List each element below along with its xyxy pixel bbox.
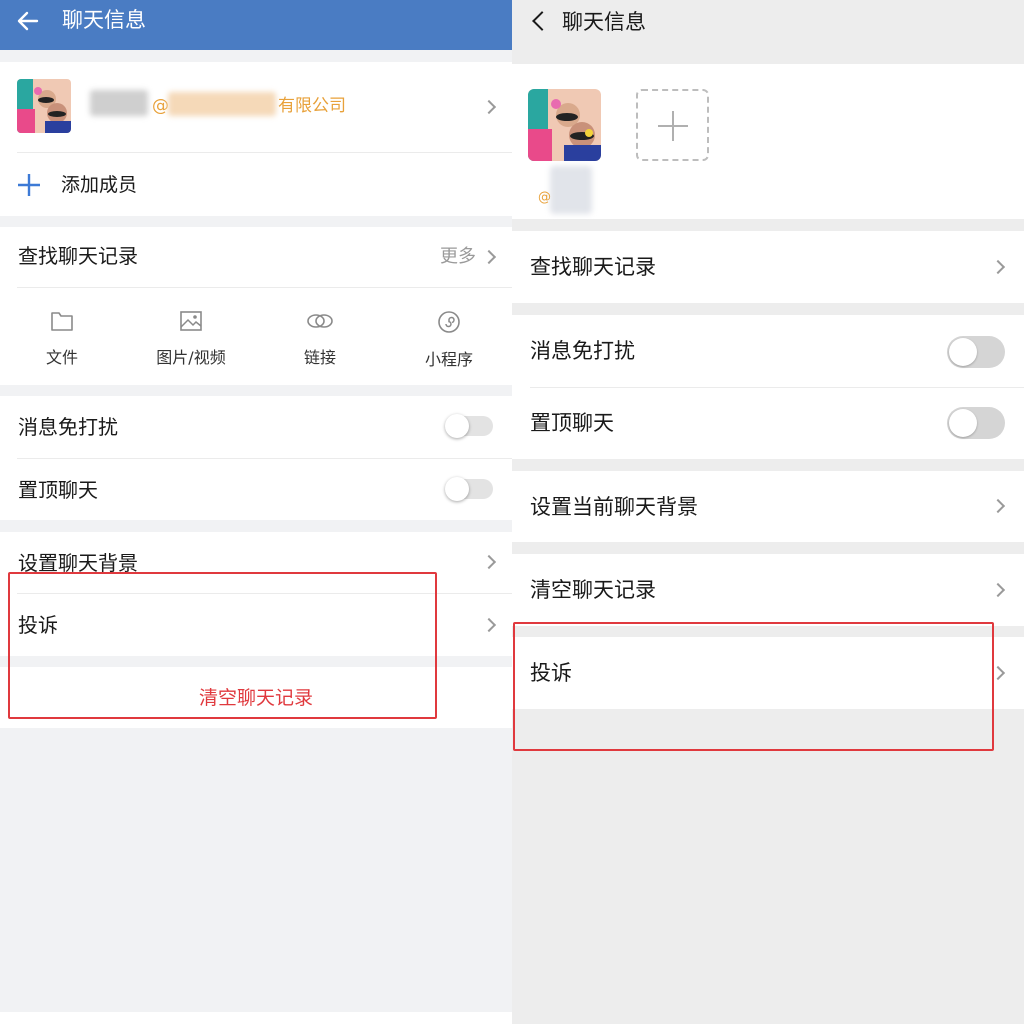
highlight-box: [8, 572, 437, 719]
pin-label: 置顶聊天: [530, 411, 614, 435]
media-item-file[interactable]: 文件: [12, 310, 112, 368]
folder-icon: [51, 312, 73, 331]
chevron-right-icon: [990, 498, 1006, 514]
pin-row: 置顶聊天: [0, 459, 512, 520]
member-at-sign: @: [152, 96, 169, 116]
member-avatar[interactable]: [17, 79, 71, 133]
back-chevron-icon[interactable]: [532, 11, 552, 31]
chat-background-label: 设置当前聊天背景: [530, 495, 698, 519]
company-name-blurred: [168, 92, 276, 116]
member-name-blurred: [90, 90, 148, 116]
pin-toggle[interactable]: [445, 477, 493, 501]
image-icon: [180, 311, 202, 331]
plus-icon: [18, 174, 40, 196]
plus-icon: [658, 111, 688, 141]
media-item-label: 图片/视频: [156, 348, 226, 367]
member-section: @ 有限公司 添加成员: [0, 62, 512, 216]
member-name-blurred: [550, 166, 592, 214]
mute-label: 消息免打扰: [530, 339, 635, 363]
media-item-image-video[interactable]: 图片/视频: [141, 310, 241, 368]
pin-label: 置顶聊天: [18, 478, 98, 502]
right-screen: 聊天信息 @ 查找聊天记录 消息免打扰 置顶聊天 设置当前聊天背景 清空聊天记录…: [512, 0, 1024, 1024]
media-item-label: 小程序: [424, 350, 473, 369]
divider: [17, 287, 512, 288]
clear-history-label: 清空聊天记录: [530, 578, 656, 602]
mute-row: 消息免打扰: [512, 315, 1024, 387]
page-title: 聊天信息: [62, 8, 146, 32]
media-item-label: 链接: [303, 348, 336, 367]
mini-program-icon: [438, 311, 460, 333]
search-history-label: 查找聊天记录: [18, 244, 138, 268]
chat-background-row[interactable]: 设置当前聊天背景: [512, 471, 1024, 542]
member-name: @: [538, 190, 551, 205]
add-member-row[interactable]: 添加成员: [0, 153, 512, 216]
media-item-link[interactable]: 链接: [270, 310, 370, 368]
search-history-row[interactable]: 查找聊天记录 更多: [0, 227, 512, 287]
bottom-strip: [0, 1012, 512, 1024]
media-item-label: 文件: [45, 348, 78, 367]
highlight-box: [513, 622, 994, 751]
add-member-button[interactable]: [636, 89, 709, 161]
pin-row: 置顶聊天: [512, 388, 1024, 459]
add-member-label: 添加成员: [61, 174, 138, 196]
member-company: 有限公司: [278, 96, 346, 116]
clear-history-row[interactable]: 清空聊天记录: [512, 554, 1024, 626]
header-bar: 聊天信息: [512, 0, 1024, 52]
settings-toggles-section: 消息免打扰 置顶聊天: [0, 396, 512, 520]
chevron-right-icon: [990, 259, 1006, 275]
member-section: @: [512, 64, 1024, 219]
chevron-right-icon: [481, 554, 497, 570]
search-history-row[interactable]: 查找聊天记录: [512, 231, 1024, 303]
settings-toggles-section: 消息免打扰 置顶聊天: [512, 315, 1024, 459]
mute-toggle[interactable]: [947, 336, 1005, 368]
chevron-right-icon: [990, 582, 1006, 598]
back-arrow-icon[interactable]: [16, 9, 40, 33]
chevron-right-icon: [481, 249, 497, 265]
left-screen: 聊天信息 @ 有限公司 添加成员 查找聊天记录 更多 文件 图片/视频 链接 小…: [0, 0, 512, 1024]
header-bar: 聊天信息: [0, 0, 512, 50]
pin-toggle[interactable]: [947, 407, 1005, 439]
mute-toggle[interactable]: [445, 414, 493, 438]
member-avatar[interactable]: [528, 89, 601, 161]
media-item-mini-program[interactable]: 小程序: [399, 310, 499, 370]
mute-label: 消息免打扰: [18, 415, 118, 439]
chevron-right-icon[interactable]: [481, 99, 497, 115]
chevron-right-icon: [481, 617, 497, 633]
mute-row: 消息免打扰: [0, 396, 512, 458]
link-icon: [307, 314, 333, 328]
page-title: 聊天信息: [562, 10, 646, 34]
more-link[interactable]: 更多: [440, 246, 476, 268]
search-history-label: 查找聊天记录: [530, 255, 656, 279]
